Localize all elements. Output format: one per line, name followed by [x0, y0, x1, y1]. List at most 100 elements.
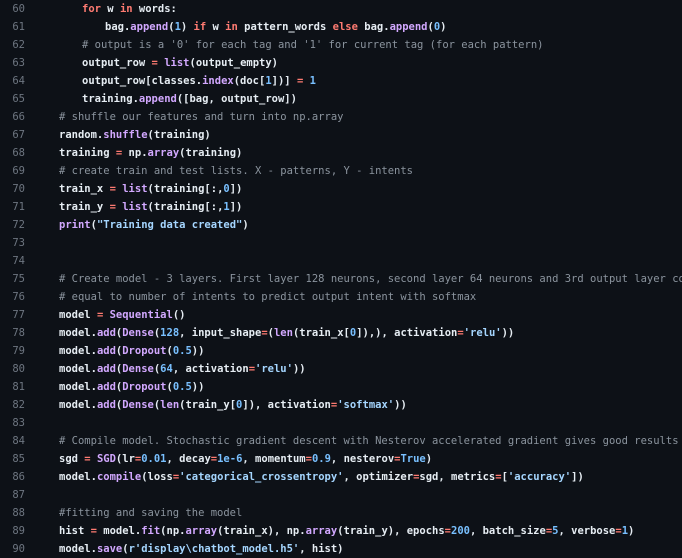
code-line[interactable]: 68 training = np.array(training): [0, 144, 682, 162]
line-number: 77: [12, 309, 25, 321]
code-token: (): [172, 309, 186, 321]
code-token: sgd: [59, 453, 85, 465]
code-token: if: [193, 21, 207, 33]
code-token: , decay: [166, 453, 211, 465]
code-token: ]): [229, 201, 243, 213]
code-line[interactable]: 75 # Create model - 3 layers. First layer…: [0, 270, 682, 288]
code-token: # output is a '0' for each tag and '1' f…: [82, 39, 544, 51]
code-token: add: [96, 327, 116, 339]
code-line[interactable]: 71 train_y = list(training[:,1]): [0, 198, 682, 216]
code-line[interactable]: 83: [0, 414, 682, 432]
code-line[interactable]: 70 train_x = list(training[:,0]): [0, 180, 682, 198]
code-token: shuffle: [103, 129, 148, 141]
code-token: list: [122, 201, 148, 213]
code-line[interactable]: 80 model.add(Dense(64, activation='relu')…: [0, 360, 682, 378]
line-number: 84: [12, 435, 25, 447]
code-token: print: [59, 219, 91, 231]
code-text: sgd = SGD(lr=0.01, decay=1e-6, momentum=…: [59, 450, 432, 468]
code-token: for: [82, 3, 101, 15]
line-number: 64: [12, 75, 25, 87]
code-line[interactable]: 89 hist = model.fit(np.array(train_x), np…: [0, 522, 682, 540]
line-number: 63: [12, 57, 25, 69]
code-token: array: [147, 147, 180, 159]
code-token: words:: [132, 3, 177, 15]
code-token: model.: [96, 525, 142, 537]
line-number: 62: [12, 39, 25, 51]
code-token: , hist): [299, 543, 344, 555]
code-token: (train_x[: [292, 327, 350, 339]
code-line[interactable]: 81 model.add(Dropout(0.5)): [0, 378, 682, 396]
code-token: (output_empty): [189, 57, 279, 69]
code-token: ]): [229, 183, 243, 195]
code-line[interactable]: 62 # output is a '0' for each tag and '1'…: [0, 36, 682, 54]
code-line[interactable]: 72 print("Training data created"): [0, 216, 682, 234]
code-token: , input_shape: [179, 327, 262, 339]
code-text: print("Training data created"): [59, 216, 249, 234]
line-number: 76: [12, 291, 25, 303]
code-token: True: [400, 453, 426, 465]
code-editor[interactable]: 60 for w in words: 61 bag.append(1) if w in…: [0, 0, 682, 557]
code-line[interactable]: 69 # create train and test lists. X - pat…: [0, 162, 682, 180]
code-token: 1: [309, 75, 316, 87]
code-token: 0.01: [141, 453, 167, 465]
code-line[interactable]: 79 model.add(Dropout(0.5)): [0, 342, 682, 360]
code-token: append: [130, 21, 169, 33]
code-line[interactable]: 74: [0, 252, 682, 270]
code-token: len: [273, 327, 293, 339]
code-line[interactable]: 65 training.append([bag, output_row]): [0, 90, 682, 108]
code-line[interactable]: 87: [0, 486, 682, 504]
code-line[interactable]: 90 model.save(r'display\chatbot_model.h5'…: [0, 540, 682, 558]
code-token: pattern_words: [237, 21, 333, 33]
code-line[interactable]: 88 #fitting and saving the model: [0, 504, 682, 522]
code-token: list: [122, 183, 148, 195]
line-number: 79: [12, 345, 25, 357]
code-token: 200: [451, 525, 470, 537]
code-token: model.: [59, 381, 97, 393]
code-token: (loss: [141, 471, 173, 483]
code-text: hist = model.fit(np.array(train_x), np.a…: [59, 522, 634, 540]
code-text: # Compile model. Stochastic gradient des…: [59, 432, 682, 450]
code-token: (doc[: [233, 75, 266, 87]
code-token: Dropout: [122, 381, 167, 393]
code-token: ]),), activation: [356, 327, 458, 339]
code-token: np.: [122, 147, 148, 159]
code-line[interactable]: 85 sgd = SGD(lr=0.01, decay=1e-6, momentu…: [0, 450, 682, 468]
code-token: fit: [141, 525, 161, 537]
line-number: 75: [12, 273, 25, 285]
line-number: 74: [12, 255, 25, 267]
code-line[interactable]: 78 model.add(Dense(128, input_shape=(len(…: [0, 324, 682, 342]
line-number: 82: [12, 399, 25, 411]
code-token: training: [59, 147, 116, 159]
code-line[interactable]: 73: [0, 234, 682, 252]
code-token: # shuffle our features and turn into np.…: [59, 111, 344, 123]
code-line[interactable]: 63 output_row = list(output_empty): [0, 54, 682, 72]
code-line[interactable]: 76 # equal to number of intents to predic…: [0, 288, 682, 306]
code-line[interactable]: 64 output_row[classes.index(doc[1])] = 1: [0, 72, 682, 90]
code-token: model.: [59, 399, 97, 411]
code-token: ]), activation: [242, 399, 331, 411]
code-text: #fitting and saving the model: [59, 504, 242, 522]
code-token: bag.: [357, 21, 390, 33]
code-line[interactable]: 66 # shuffle our features and turn into n…: [0, 108, 682, 126]
code-line[interactable]: 84 # Compile model. Stochastic gradient d…: [0, 432, 682, 450]
code-token: add: [96, 363, 116, 375]
code-line[interactable]: 82 model.add(Dense(len(train_y[0]), activ…: [0, 396, 682, 414]
code-token: output_row: [82, 57, 152, 69]
code-token: (training): [179, 147, 243, 159]
code-token: , batch_size: [469, 525, 546, 537]
code-text: # Create model - 3 layers. First layer 1…: [59, 270, 682, 288]
line-number: 66: [12, 111, 25, 123]
code-token: (training[:,: [147, 201, 224, 213]
code-line[interactable]: 77 model = Sequential(): [0, 306, 682, 324]
code-line[interactable]: 86 model.compile(loss='categorical_crosse…: [0, 468, 682, 486]
code-token: random.: [59, 129, 104, 141]
code-text: output_row = list(output_empty): [82, 54, 278, 72]
code-text: # shuffle our features and turn into np.…: [59, 108, 343, 126]
code-line[interactable]: 60 for w in words:: [0, 0, 682, 18]
code-token: ): [180, 21, 194, 33]
code-token: Dense: [122, 363, 154, 375]
code-line[interactable]: 61 bag.append(1) if w in pattern_words el…: [0, 18, 682, 36]
code-text: model.compile(loss='categorical_crossent…: [59, 468, 584, 486]
code-token: 'categorical_crossentropy': [179, 471, 344, 483]
code-line[interactable]: 67 random.shuffle(training): [0, 126, 682, 144]
